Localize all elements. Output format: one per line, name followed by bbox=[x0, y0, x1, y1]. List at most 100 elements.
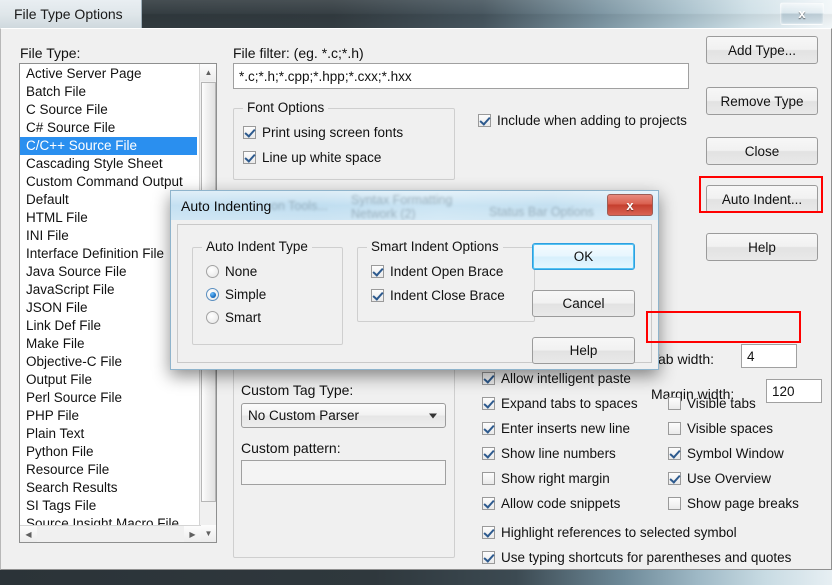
window-title: File Type Options bbox=[0, 0, 142, 29]
checkbox-icon bbox=[478, 114, 491, 127]
radio-none[interactable]: None bbox=[206, 264, 257, 279]
radio-label: Simple bbox=[225, 287, 267, 302]
checkbox-label: Visible tabs bbox=[687, 396, 756, 411]
dialog-title: Auto Indenting bbox=[181, 197, 272, 214]
checkbox-label: Use Overview bbox=[687, 471, 772, 486]
checkbox-use-typing-shortcuts-for-parentheses-and-quotes[interactable]: Use typing shortcuts for parentheses and… bbox=[482, 550, 791, 565]
radio-label: None bbox=[225, 264, 258, 279]
list-item[interactable]: Perl Source File bbox=[20, 389, 197, 407]
ghost-text-2: Network (2) bbox=[351, 207, 416, 221]
scroll-down-icon[interactable]: ▼ bbox=[200, 525, 216, 542]
checkbox-label: Indent Close Brace bbox=[390, 288, 505, 303]
checkbox-symbol-window[interactable]: Symbol Window bbox=[668, 446, 784, 461]
radio-simple[interactable]: Simple bbox=[206, 287, 266, 302]
list-item[interactable]: Batch File bbox=[20, 83, 197, 101]
list-item[interactable]: Resource File bbox=[20, 461, 197, 479]
scroll-right-icon[interactable]: ▶ bbox=[184, 526, 201, 542]
checkbox-use-overview[interactable]: Use Overview bbox=[668, 471, 771, 486]
list-item[interactable]: C# Source File bbox=[20, 119, 197, 137]
checkbox-enter-inserts-new-line[interactable]: Enter inserts new line bbox=[482, 421, 630, 436]
list-item[interactable]: Custom Command Output bbox=[20, 173, 197, 191]
file-filter-input[interactable]: *.c;*.h;*.cpp;*.hpp;*.cxx;*.hxx bbox=[233, 63, 689, 89]
tab-width-input[interactable]: 4 bbox=[741, 344, 797, 368]
dialog-body: Auto Indent Type None Simple Smart Smart I… bbox=[170, 220, 659, 370]
radio-smart[interactable]: Smart bbox=[206, 310, 261, 325]
checkbox-icon bbox=[482, 497, 495, 510]
list-item[interactable]: C/C++ Source File bbox=[20, 137, 197, 155]
button-add-type[interactable]: Add Type... bbox=[706, 36, 818, 64]
scroll-left-icon[interactable]: ◀ bbox=[20, 526, 37, 542]
checkbox-allow-code-snippets[interactable]: Allow code snippets bbox=[482, 496, 620, 511]
checkbox-indent-close-brace[interactable]: Indent Close Brace bbox=[371, 288, 505, 303]
margin-width-input[interactable]: 120 bbox=[766, 379, 822, 403]
tab-width-label: Tab width: bbox=[651, 351, 715, 367]
checkbox-expand-tabs-to-spaces[interactable]: Expand tabs to spaces bbox=[482, 396, 638, 411]
checkbox-icon bbox=[482, 422, 495, 435]
dialog-titlebar: Auto Indenting on Tools... Syntax Format… bbox=[170, 190, 659, 221]
checkbox-allow-intelligent-paste[interactable]: Allow intelligent paste bbox=[482, 371, 631, 386]
list-item[interactable]: Python File bbox=[20, 443, 197, 461]
dialog-close-button[interactable]: x bbox=[607, 194, 653, 216]
checkbox-label: Show right margin bbox=[501, 471, 610, 486]
custom-tag-type-combobox[interactable]: No Custom Parser bbox=[241, 403, 446, 428]
checkbox-highlight-references-to-selected-symbol[interactable]: Highlight references to selected symbol bbox=[482, 525, 737, 540]
dialog-help-button[interactable]: Help bbox=[532, 337, 635, 364]
list-item[interactable]: Output File bbox=[20, 371, 197, 389]
custom-pattern-input[interactable] bbox=[241, 460, 446, 485]
checkbox-line-up-white-space[interactable]: Line up white space bbox=[243, 150, 381, 165]
checkbox-visible-tabs[interactable]: Visible tabs bbox=[668, 396, 756, 411]
checkbox-label: Visible spaces bbox=[687, 421, 774, 436]
checkbox-label: Highlight references to selected symbol bbox=[501, 525, 737, 540]
checkbox-show-page-breaks[interactable]: Show page breaks bbox=[668, 496, 799, 511]
button-close[interactable]: Close bbox=[706, 137, 818, 165]
checkbox-show-line-numbers[interactable]: Show line numbers bbox=[482, 446, 616, 461]
dialog-ok-button[interactable]: OK bbox=[532, 243, 635, 270]
chevron-down-icon bbox=[429, 413, 437, 418]
checkbox-icon bbox=[668, 422, 681, 435]
checkbox-icon bbox=[243, 126, 256, 139]
list-item[interactable]: SI Tags File bbox=[20, 497, 197, 515]
custom-tag-type-label: Custom Tag Type: bbox=[241, 382, 354, 398]
dialog-inner-frame: Auto Indent Type None Simple Smart Smart I… bbox=[177, 224, 652, 364]
checkbox-label: Allow intelligent paste bbox=[501, 371, 631, 386]
checkbox-label: Symbol Window bbox=[687, 446, 784, 461]
auto-indenting-dialog: Auto Indenting on Tools... Syntax Format… bbox=[170, 190, 659, 370]
font-options-title: Font Options bbox=[243, 100, 329, 115]
checkbox-indent-open-brace[interactable]: Indent Open Brace bbox=[371, 264, 503, 279]
file-filter-label: File filter: (eg. *.c;*.h) bbox=[233, 45, 364, 61]
button-remove-type[interactable]: Remove Type bbox=[706, 87, 818, 115]
checkbox-show-right-margin[interactable]: Show right margin bbox=[482, 471, 610, 486]
checkbox-include-when-adding-to-projects[interactable]: Include when adding to projects bbox=[478, 113, 687, 128]
button-auto-indent[interactable]: Auto Indent... bbox=[706, 185, 818, 213]
radio-icon bbox=[206, 265, 219, 278]
list-item[interactable]: Cascading Style Sheet bbox=[20, 155, 197, 173]
checkbox-label: Expand tabs to spaces bbox=[501, 396, 638, 411]
checkbox-visible-spaces[interactable]: Visible spaces bbox=[668, 421, 773, 436]
window-close-button[interactable]: x bbox=[780, 2, 824, 25]
ghost-text-0: on Tools... bbox=[271, 199, 328, 213]
dialog-cancel-button[interactable]: Cancel bbox=[532, 290, 635, 317]
checkbox-icon bbox=[243, 151, 256, 164]
listbox-horizontal-scrollbar[interactable]: ◀ ▶ bbox=[20, 525, 201, 542]
ghost-text-1: Syntax Formatting bbox=[351, 193, 453, 207]
checkbox-icon bbox=[668, 447, 681, 460]
checkbox-icon bbox=[668, 497, 681, 510]
checkbox-label: Line up white space bbox=[262, 150, 382, 165]
list-item[interactable]: Plain Text bbox=[20, 425, 197, 443]
button-help[interactable]: Help bbox=[706, 233, 818, 261]
checkbox-label: Show page breaks bbox=[687, 496, 799, 511]
checkbox-label: Allow code snippets bbox=[501, 496, 621, 511]
checkbox-label: Include when adding to projects bbox=[497, 113, 687, 128]
list-item[interactable]: PHP File bbox=[20, 407, 197, 425]
checkbox-print-using-screen-fonts[interactable]: Print using screen fonts bbox=[243, 125, 403, 140]
checkbox-icon bbox=[371, 265, 384, 278]
checkbox-icon bbox=[668, 397, 681, 410]
list-item[interactable]: Search Results bbox=[20, 479, 197, 497]
scroll-up-icon[interactable]: ▲ bbox=[200, 64, 216, 81]
list-item[interactable]: Active Server Page bbox=[20, 65, 197, 83]
list-item[interactable]: C Source File bbox=[20, 101, 197, 119]
checkbox-icon bbox=[482, 526, 495, 539]
checkbox-icon bbox=[482, 397, 495, 410]
radio-icon bbox=[206, 288, 219, 301]
checkbox-label: Print using screen fonts bbox=[262, 125, 404, 140]
